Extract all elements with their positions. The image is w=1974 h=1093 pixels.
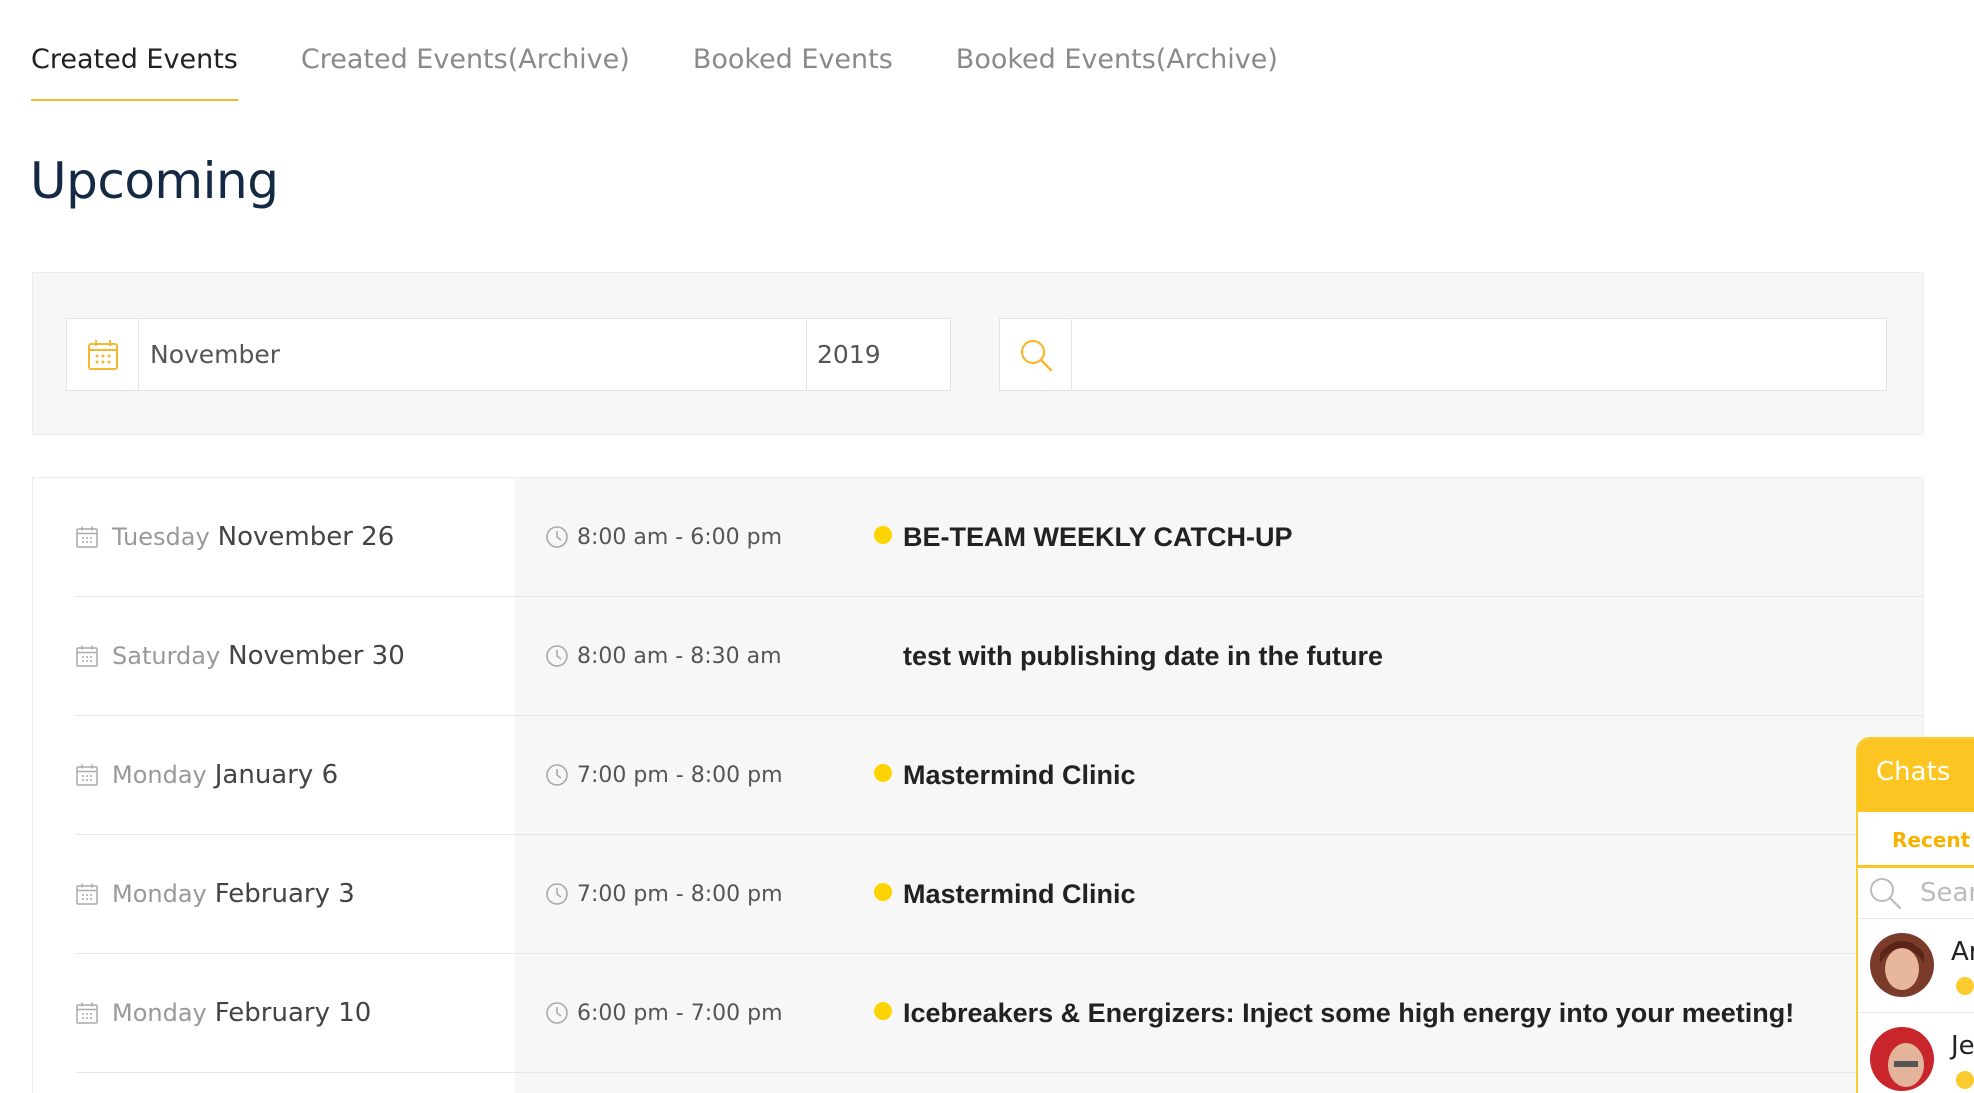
- search-field-wrapper: [1071, 318, 1887, 391]
- events-list: Tuesday November 26 8:00 am - 6:00 pm BE…: [32, 477, 1924, 1093]
- event-time-range: 8:00 am - 6:00 pm: [577, 524, 783, 550]
- calendar-icon: [76, 764, 98, 786]
- contact-name: Ar: [1951, 937, 1974, 967]
- chat-header[interactable]: Chats: [1858, 739, 1974, 812]
- search-input[interactable]: [1072, 319, 1886, 390]
- event-day-date: February 3: [214, 879, 355, 909]
- event-row[interactable]: Tuesday November 26 8:00 am - 6:00 pm BE…: [76, 478, 1923, 597]
- chat-contact[interactable]: Je: [1858, 1013, 1974, 1093]
- calendar-icon: [76, 883, 98, 905]
- month-select[interactable]: November: [138, 318, 807, 391]
- clock-icon: [546, 1002, 568, 1024]
- event-row[interactable]: Monday February 3 7:00 pm - 8:00 pm Mast…: [76, 835, 1923, 954]
- event-time-range: 6:00 pm - 7:00 pm: [577, 1000, 783, 1026]
- event-day-date: November 26: [217, 522, 395, 552]
- clock-icon: [546, 883, 568, 905]
- event-time-range: 7:00 pm - 8:00 pm: [577, 762, 783, 788]
- chat-search[interactable]: Sear: [1858, 868, 1974, 919]
- chat-search-placeholder: Sear: [1920, 878, 1974, 908]
- calendar-icon: [87, 339, 118, 370]
- clock-icon: [546, 764, 568, 786]
- tab-created-events-archive[interactable]: Created Events(Archive): [301, 44, 630, 101]
- tab-created-events[interactable]: Created Events: [31, 44, 238, 101]
- event-time-range: 7:00 pm - 8:00 pm: [577, 881, 783, 907]
- event-time: 7:00 pm - 8:00 pm: [545, 716, 783, 834]
- event-row[interactable]: Monday February 10 6:00 pm - 7:00 pm Ice…: [76, 954, 1923, 1073]
- event-day-date: February 10: [214, 998, 372, 1028]
- event-tabs: Created Events Created Events(Archive) B…: [31, 44, 1341, 101]
- event-status-dot: [874, 883, 892, 901]
- event-row[interactable]: Monday January 6 7:00 pm - 8:00 pm Maste…: [76, 716, 1923, 835]
- search-button[interactable]: [999, 318, 1072, 391]
- event-day-date: January 6: [214, 760, 339, 790]
- tab-booked-events[interactable]: Booked Events: [693, 44, 893, 101]
- event-date: Monday February 3: [76, 835, 355, 953]
- chat-widget: Chats Recent Sear Ar Je: [1856, 737, 1974, 1093]
- page-title: Upcoming: [30, 152, 279, 210]
- event-time: 8:00 am - 6:00 pm: [545, 478, 782, 596]
- event-date: Saturday November 30: [76, 597, 405, 715]
- clock-icon: [546, 526, 568, 548]
- event-time: 8:00 am - 8:30 am: [545, 597, 782, 715]
- event-weekday: Monday: [112, 880, 207, 908]
- event-status-dot: [874, 526, 892, 544]
- search-icon: [1870, 878, 1902, 910]
- event-date: Tuesday November 26: [76, 478, 394, 596]
- avatar: [1870, 933, 1934, 997]
- calendar-icon: [76, 1002, 98, 1024]
- year-select[interactable]: 2019: [806, 318, 951, 391]
- search-icon: [1020, 339, 1052, 371]
- filter-panel: November 2019: [32, 272, 1924, 435]
- tab-booked-events-archive[interactable]: Booked Events(Archive): [956, 44, 1278, 101]
- event-title[interactable]: Icebreakers & Energizers: Inject some hi…: [903, 954, 1794, 1072]
- event-row[interactable]: Saturday November 30 8:00 am - 8:30 am t…: [76, 597, 1923, 716]
- event-date: Monday January 6: [76, 716, 338, 834]
- clock-icon: [546, 645, 568, 667]
- event-time: 7:00 pm - 8:00 pm: [545, 835, 783, 953]
- event-title[interactable]: Mastermind Clinic: [903, 716, 1136, 834]
- event-title[interactable]: Mastermind Clinic: [903, 835, 1136, 953]
- avatar: [1870, 1027, 1934, 1091]
- event-weekday: Saturday: [112, 642, 221, 670]
- event-time-range: 8:00 am - 8:30 am: [577, 643, 782, 669]
- event-day-date: November 30: [228, 641, 405, 671]
- event-status-dot: [874, 764, 892, 782]
- event-time: 6:00 pm - 7:00 pm: [545, 954, 783, 1072]
- contact-name: Je: [1951, 1031, 1974, 1061]
- chat-contact[interactable]: Ar: [1858, 919, 1974, 1013]
- event-status-dot: [874, 1002, 892, 1020]
- calendar-icon: [76, 645, 98, 667]
- calendar-button[interactable]: [66, 318, 139, 391]
- chat-tab-recent[interactable]: Recent: [1858, 812, 1974, 868]
- event-title[interactable]: test with publishing date in the future: [903, 597, 1383, 715]
- calendar-icon: [76, 526, 98, 548]
- event-title[interactable]: BE-TEAM WEEKLY CATCH-UP: [903, 478, 1293, 596]
- event-weekday: Monday: [112, 761, 207, 789]
- event-weekday: Tuesday: [112, 523, 210, 551]
- event-weekday: Monday: [112, 999, 207, 1027]
- event-date: Monday February 10: [76, 954, 371, 1072]
- status-dot: [1956, 977, 1974, 995]
- status-dot: [1956, 1071, 1974, 1089]
